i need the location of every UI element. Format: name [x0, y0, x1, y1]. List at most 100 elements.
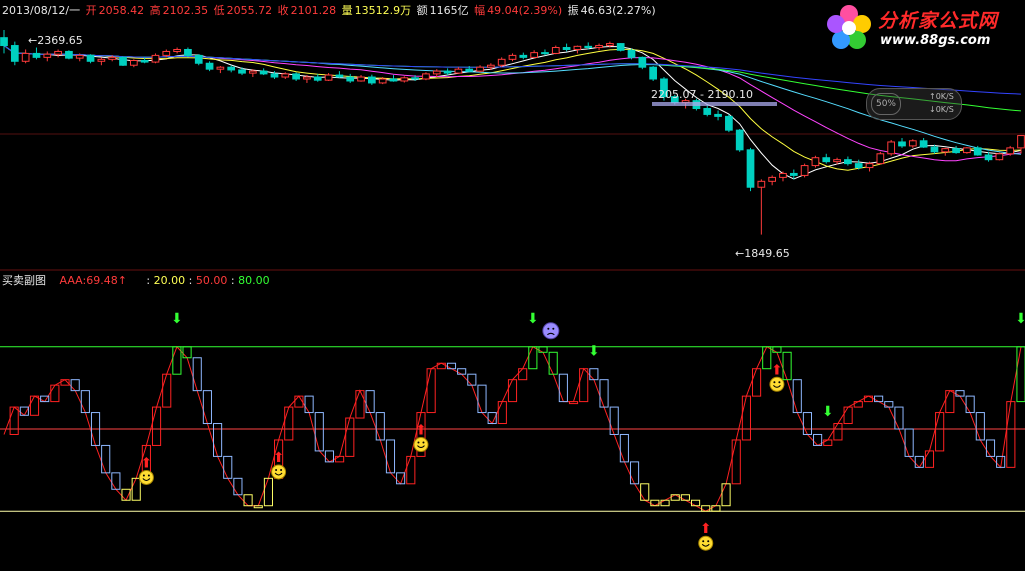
sell-arrow-down-icon: ⬇	[171, 311, 183, 327]
aaa-bar-up	[741, 395, 751, 441]
candle-down	[649, 66, 658, 80]
candle-up	[768, 176, 777, 182]
aaa-bar-up	[335, 455, 345, 463]
aaa-bar-down	[589, 368, 599, 381]
candle-up	[129, 60, 138, 66]
aaa-bar-down	[467, 373, 477, 386]
site-logo: 分析家公式网 www.88gs.com	[822, 2, 1022, 54]
smiley-face-icon	[769, 376, 785, 392]
buy-arrow-up-icon: ⬆	[700, 521, 712, 537]
aaa-bar-up	[579, 368, 589, 403]
aaa-bar-up	[924, 450, 935, 468]
aaa-bar-down	[690, 499, 701, 507]
candle-down	[411, 77, 419, 80]
header-amplitude: 46.63(2.27%)	[580, 4, 656, 17]
candle-up	[551, 47, 560, 54]
aaa-bar-down	[111, 472, 121, 490]
candle-down	[140, 60, 149, 63]
candle-down	[627, 49, 636, 58]
candle-down	[519, 54, 528, 58]
header-high: 2102.35	[162, 4, 209, 17]
aaa-bar-down	[884, 401, 894, 408]
aaa-bar-down	[385, 439, 396, 474]
candle-down	[854, 163, 863, 169]
candle-down	[335, 74, 344, 78]
aaa-bar-up	[355, 390, 365, 419]
candle-up	[941, 148, 950, 153]
widget-percent: 50%	[871, 93, 901, 115]
candle-down	[65, 50, 73, 59]
aaa-bar-down	[558, 373, 568, 403]
aaa-bar-down	[446, 362, 457, 370]
aaa-bar-down	[213, 423, 223, 457]
price-header: 2013/08/12/一 开 2058.42 高 2102.35 低 2055.72 …	[2, 2, 658, 18]
sad-eye	[547, 327, 550, 330]
smiley-face-icon	[138, 469, 154, 485]
price-range-marker	[652, 102, 777, 106]
aaa-bar-up	[263, 477, 273, 507]
aaa-bar-up	[762, 346, 772, 370]
candle-down	[0, 37, 8, 47]
candle-up	[43, 53, 52, 58]
sell-arrow-down-icon: ⬇	[1015, 311, 1025, 327]
candle-up	[173, 48, 181, 52]
candle-down	[184, 48, 192, 56]
candle-down	[238, 69, 246, 74]
buy-arrow-up-icon: ⬆	[141, 455, 153, 471]
candle-down	[703, 108, 712, 115]
candle-up	[876, 153, 885, 165]
aaa-bar-down	[375, 412, 385, 441]
candle-down	[86, 54, 95, 62]
high-mark-value: 2369.65	[37, 34, 83, 47]
aaa-bar-up	[50, 384, 60, 403]
header-low-label: 低	[213, 4, 225, 17]
aaa-bar-up	[1006, 401, 1016, 468]
aaa-bar-down	[477, 384, 487, 414]
aaa-bar-down	[80, 390, 90, 414]
aaa-bar-up	[568, 401, 579, 405]
aaa-bar-down	[629, 461, 640, 485]
candle-up	[530, 52, 538, 58]
indicator-series-value: 69.48	[86, 274, 118, 287]
indicator-name: 买卖副图	[2, 274, 46, 287]
aaa-bar-down	[619, 433, 629, 463]
candle-down	[119, 56, 127, 66]
candle-up	[357, 76, 365, 82]
candle-down	[32, 52, 41, 58]
candle-up	[21, 52, 30, 62]
indicator-header: 买卖副图 AAA:69.48↑ : 20.00 : 50.00 : 80.00	[2, 274, 270, 287]
aaa-bar-down	[874, 395, 884, 403]
network-speed-widget[interactable]: 50% ↑0K/S ↓0K/S	[866, 88, 962, 120]
aaa-bar-up	[670, 494, 680, 501]
smiley-face-icon	[698, 535, 714, 551]
candle-up	[887, 141, 896, 155]
sell-arrow-down-icon: ⬇	[527, 311, 539, 327]
candle-up	[497, 58, 506, 66]
aaa-bar-down	[894, 406, 904, 430]
candle-down	[725, 115, 733, 131]
aaa-bar-down	[975, 412, 985, 441]
smiley-eye	[147, 474, 150, 477]
aaa-bar-down	[792, 379, 802, 414]
candle-up	[508, 54, 517, 60]
aaa-bar-up	[935, 412, 945, 452]
aaa-bar-up	[172, 346, 182, 375]
candle-down	[270, 73, 279, 78]
candle-up	[865, 163, 874, 169]
smiley-face-icon	[413, 437, 429, 453]
candle-down	[735, 129, 744, 151]
candle-down	[789, 172, 798, 176]
arrow-down-icon: ↓	[929, 105, 936, 114]
widget-speed-up-value: 0K/S	[935, 92, 954, 101]
candle-down	[898, 141, 906, 147]
candle-down	[562, 47, 571, 50]
aaa-bar-up	[945, 390, 955, 414]
aaa-bar-down	[965, 395, 975, 414]
smiley-eye	[422, 441, 425, 444]
arrow-up-icon: ↑	[929, 92, 936, 101]
header-change-label: 幅	[474, 4, 486, 17]
indicator-level-50: 50.00	[195, 274, 228, 287]
aaa-bar-up	[853, 401, 863, 408]
aaa-bar-up	[284, 406, 294, 441]
candle-up	[108, 56, 117, 60]
